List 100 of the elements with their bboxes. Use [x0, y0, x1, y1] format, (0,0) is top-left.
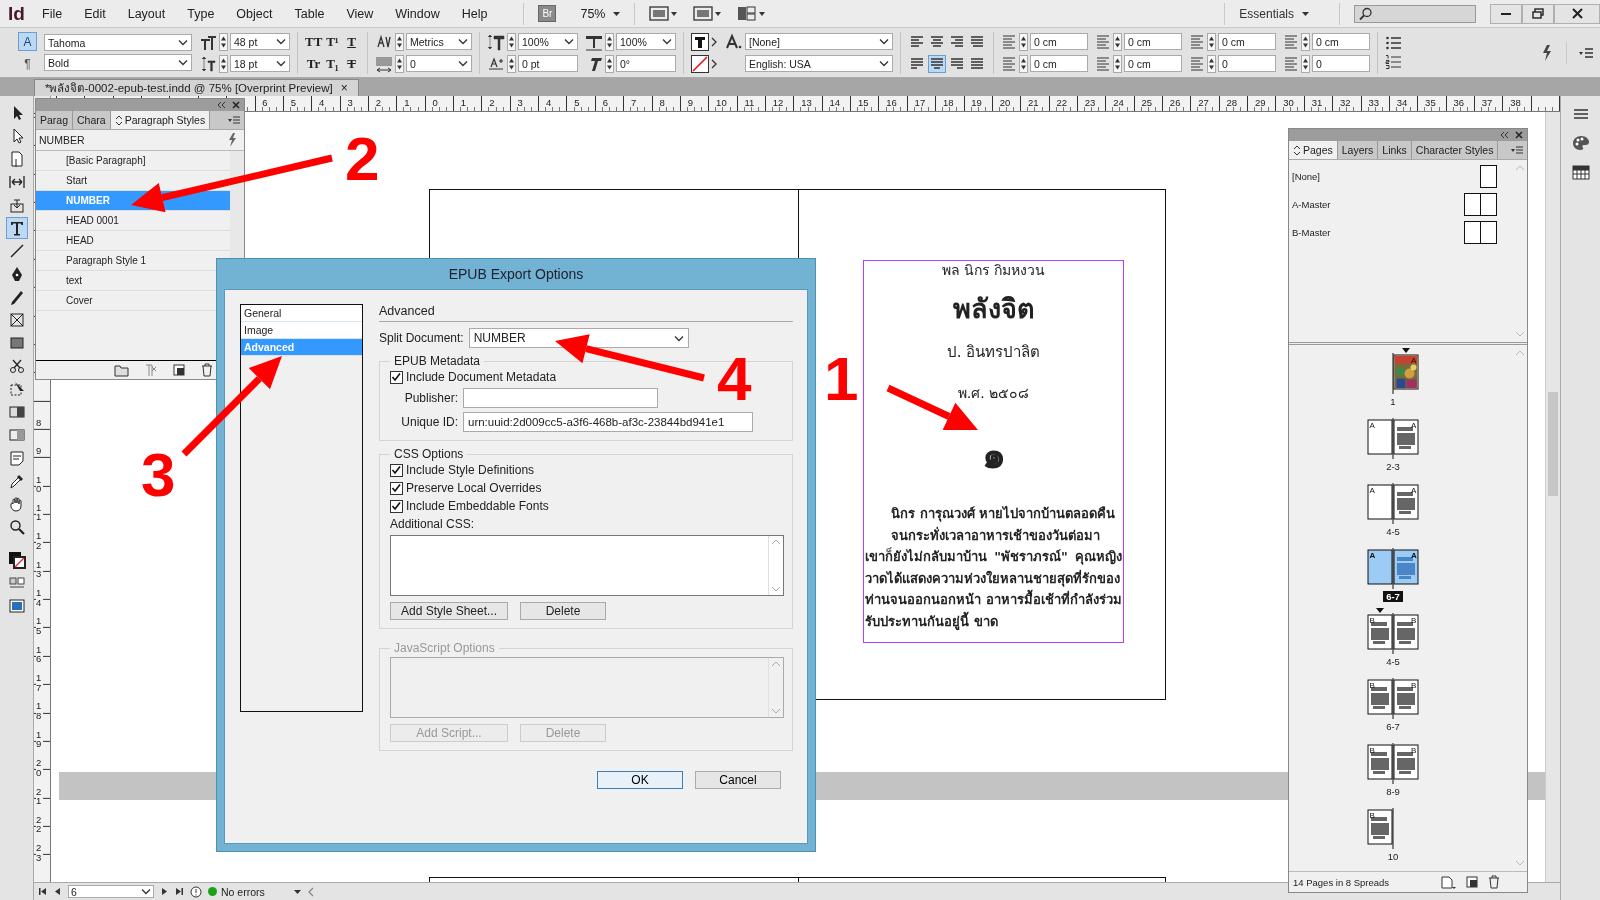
- dialog-button[interactable]: OK: [597, 771, 683, 789]
- workspace-switcher[interactable]: Essentials: [1239, 6, 1309, 21]
- master-letter: A: [1369, 486, 1375, 495]
- spread-label[interactable]: 2-3: [1383, 461, 1403, 472]
- document-tab[interactable]: *พลังจิต-0002-epub-test.indd @ 75% [Overprint Preview] ×: [34, 79, 359, 96]
- page-number-field[interactable]: 6: [68, 885, 154, 898]
- ruler-number: 25: [1141, 97, 1153, 108]
- panel-tab[interactable]: Chara: [73, 111, 111, 129]
- kerning-field[interactable]: Metrics: [406, 33, 472, 50]
- language-field[interactable]: English: USA: [745, 55, 893, 72]
- paragraph-field[interactable]: 0: [1218, 55, 1276, 72]
- ruler-number: 6: [262, 97, 268, 108]
- ruler-number: 23: [36, 843, 43, 863]
- zoom-dropdown[interactable]: 75%: [580, 6, 621, 21]
- text-style-button[interactable]: T¹: [324, 33, 341, 50]
- annotation-number: 3: [141, 444, 176, 506]
- text-style-button[interactable]: T₁: [324, 55, 341, 72]
- menu-item[interactable]: Help: [461, 6, 488, 21]
- spread-thumbnail[interactable]: B B: [1367, 607, 1419, 654]
- dialog-button[interactable]: Delete: [520, 602, 606, 620]
- dialog-button[interactable]: Cancel: [695, 771, 781, 789]
- menu-item[interactable]: Type: [187, 6, 215, 21]
- paragraph-field[interactable]: 0 cm: [1030, 33, 1088, 50]
- ruler-number: 19: [971, 97, 982, 108]
- mode-toggle[interactable]: A: [18, 32, 37, 51]
- panel-tab[interactable]: Parag: [36, 111, 74, 129]
- horizontal-scale-field[interactable]: 100%: [616, 33, 676, 50]
- mode-toggle[interactable]: ¶: [18, 54, 37, 73]
- ruler-number: 32: [1340, 97, 1351, 108]
- spread-label[interactable]: 1: [1387, 396, 1399, 407]
- spread-thumbnail[interactable]: A A: [1367, 542, 1419, 589]
- menu-item[interactable]: Edit: [84, 6, 106, 21]
- ruler-number: 12: [772, 97, 784, 108]
- split-document-dropdown[interactable]: NUMBER: [468, 328, 689, 348]
- spread-thumbnail[interactable]: B B: [1367, 737, 1419, 784]
- character-style-field[interactable]: [None]: [745, 33, 893, 50]
- style-item[interactable]: HEAD 0001: [36, 211, 230, 231]
- text-style-button[interactable]: T: [343, 33, 360, 50]
- skew-field[interactable]: 0°: [616, 55, 676, 72]
- tracking-field[interactable]: 0: [406, 55, 472, 72]
- annotation-number: 2: [345, 128, 380, 190]
- checkbox-label: Include Style Definitions: [406, 463, 535, 477]
- panel-tab[interactable]: Layers: [1337, 141, 1379, 159]
- menu-item[interactable]: Table: [294, 6, 325, 21]
- master-letter: B: [1411, 616, 1417, 625]
- paragraph-field[interactable]: 0 cm: [1124, 33, 1182, 50]
- spread-label[interactable]: 10: [1384, 851, 1402, 862]
- ruler-number: 28: [1226, 97, 1238, 108]
- spread-label[interactable]: 6-7: [1383, 591, 1403, 602]
- panel-tab[interactable]: Character Styles: [1411, 141, 1499, 159]
- ruler-number: 10: [716, 97, 727, 108]
- spread-label[interactable]: 6-7: [1383, 721, 1403, 732]
- panel-tab[interactable]: Links: [1378, 141, 1412, 159]
- ruler-number: 5: [290, 97, 296, 108]
- leading-field[interactable]: 18 pt: [230, 55, 290, 72]
- spread-thumbnail[interactable]: A A: [1367, 477, 1419, 524]
- document-title: *พลังจิต-0002-epub-test.indd @ 75% [Overprint Preview]: [45, 81, 333, 96]
- spread-thumbnail[interactable]: A: [1367, 347, 1419, 394]
- font-family-field[interactable]: Tahoma: [44, 34, 192, 51]
- text-style-button[interactable]: T: [343, 55, 360, 72]
- close-tab-button[interactable]: ×: [340, 81, 348, 95]
- ruler-number: 5: [574, 97, 580, 108]
- menu-item[interactable]: Window: [395, 6, 440, 21]
- menu-item[interactable]: File: [42, 6, 63, 21]
- master-letter: A: [1369, 551, 1376, 560]
- section-item[interactable]: Image: [241, 322, 362, 339]
- ruler-number: 16: [36, 644, 43, 664]
- menu-item[interactable]: Object: [236, 6, 273, 21]
- master-label[interactable]: A-Master: [1292, 198, 1331, 210]
- ruler-number: 0: [432, 97, 438, 108]
- panel-tab[interactable]: Pages: [1289, 141, 1338, 159]
- spread-thumbnail[interactable]: A A: [1367, 412, 1419, 459]
- spread-label[interactable]: 8-9: [1383, 786, 1403, 797]
- menu-item[interactable]: Layout: [127, 6, 166, 21]
- text-style-button[interactable]: Tr: [305, 55, 322, 72]
- vertical-scale-field[interactable]: 100%: [518, 33, 578, 50]
- baseline-shift-field[interactable]: 0 pt: [518, 55, 578, 72]
- spread-thumbnail[interactable]: B: [1367, 802, 1419, 849]
- text-style-button[interactable]: TT: [305, 33, 322, 50]
- paragraph-field[interactable]: 0 cm: [1124, 55, 1182, 72]
- spread-label[interactable]: 4-5: [1383, 656, 1403, 667]
- annotation-number: 1: [824, 348, 859, 410]
- unique-id-field[interactable]: urn:uuid:2d009cc5-a3f6-468b-af3c-23844bd941e1: [463, 412, 753, 432]
- paragraph-field[interactable]: 0 cm: [1218, 33, 1276, 50]
- style-item[interactable]: HEAD: [36, 231, 230, 251]
- master-label[interactable]: [None]: [1292, 170, 1320, 182]
- panel-tab[interactable]: Paragraph Styles: [110, 111, 211, 129]
- spread-thumbnail[interactable]: B B: [1367, 672, 1419, 719]
- menu-item[interactable]: View: [346, 6, 374, 21]
- style-item[interactable]: [Basic Paragraph]: [36, 151, 230, 171]
- section-item[interactable]: General: [241, 305, 362, 322]
- master-letter: A: [1411, 356, 1417, 365]
- paragraph-field[interactable]: 0 cm: [1030, 55, 1088, 72]
- paragraph-field[interactable]: 0 cm: [1312, 33, 1370, 50]
- spread-label[interactable]: 4-5: [1383, 526, 1403, 537]
- paragraph-field[interactable]: 0: [1312, 55, 1370, 72]
- font-size-field[interactable]: 48 pt: [230, 33, 290, 50]
- master-label[interactable]: B-Master: [1292, 226, 1331, 238]
- dialog-button[interactable]: Add Style Sheet...: [390, 602, 508, 620]
- font-style-field[interactable]: Bold: [44, 54, 192, 71]
